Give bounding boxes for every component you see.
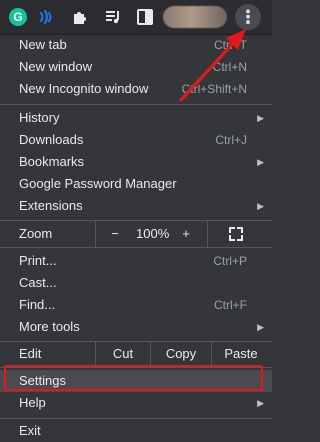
zoom-row: Zoom − 100% +	[0, 221, 272, 247]
menu-item-cast[interactable]: Cast...	[0, 272, 272, 294]
submenu-arrow-icon: ▶	[257, 398, 264, 408]
menu-separator	[0, 418, 272, 419]
menu-item-label: Help	[19, 395, 46, 410]
edit-label: Edit	[19, 346, 42, 361]
menu-item-label: New tab	[19, 37, 67, 52]
menu-item-password-manager[interactable]: Google Password Manager	[0, 173, 272, 195]
side-panel-icon[interactable]	[135, 7, 155, 27]
menu-item-label: More tools	[19, 319, 80, 334]
zoom-level: 100%	[136, 226, 170, 241]
zoom-label: Zoom	[19, 226, 53, 241]
submenu-arrow-icon: ▶	[257, 157, 264, 167]
menu-item-history[interactable]: History ▶	[0, 107, 272, 129]
menu-item-exit[interactable]: Exit	[0, 420, 272, 442]
menu-item-label: Downloads	[19, 132, 84, 147]
cut-button[interactable]: Cut	[96, 341, 150, 367]
zoom-divider	[95, 221, 96, 247]
menu-item-new-window[interactable]: New window Ctrl+N	[0, 56, 272, 78]
menu-item-new-incognito-window[interactable]: New Incognito window Ctrl+Shift+N	[0, 78, 272, 100]
menu-item-extensions[interactable]: Extensions ▶	[0, 195, 272, 217]
menu-separator	[0, 104, 272, 105]
grammarly-icon[interactable]: G	[9, 8, 27, 26]
playlist-icon[interactable]	[103, 7, 123, 27]
menu-item-bookmarks[interactable]: Bookmarks ▶	[0, 151, 272, 173]
paste-button[interactable]: Paste	[212, 341, 270, 367]
menu-item-label: Find...	[19, 297, 56, 312]
wave-extension-icon[interactable]	[36, 7, 56, 27]
puzzle-icon[interactable]	[70, 7, 90, 27]
menu-separator	[0, 247, 272, 248]
menu-item-label: Exit	[19, 423, 41, 438]
menu-item-shortcut: Ctrl+F	[214, 298, 247, 312]
menu-item-label: Cast...	[19, 275, 57, 290]
browser-toolbar: G ⋮	[0, 0, 272, 35]
menu-item-more-tools[interactable]: More tools ▶	[0, 316, 272, 338]
menu-item-help[interactable]: Help ▶	[0, 392, 272, 414]
menu-item-label: History	[19, 110, 60, 125]
menu-item-find[interactable]: Find... Ctrl+F	[0, 294, 272, 316]
menu-item-label: New Incognito window	[19, 81, 149, 96]
menu-item-label: Extensions	[19, 198, 83, 213]
zoom-in-button[interactable]: +	[180, 221, 192, 247]
edit-row: Edit Cut Copy Paste	[0, 341, 272, 367]
menu-item-label: Google Password Manager	[19, 176, 177, 191]
submenu-arrow-icon: ▶	[257, 322, 264, 332]
menu-item-shortcut: Ctrl+Shift+N	[181, 82, 247, 96]
fullscreen-icon[interactable]	[229, 227, 243, 241]
menu-item-shortcut: Ctrl+N	[212, 60, 247, 74]
menu-item-print[interactable]: Print... Ctrl+P	[0, 250, 272, 272]
menu-item-label: New window	[19, 59, 92, 74]
zoom-divider	[207, 221, 208, 247]
menu-item-new-tab[interactable]: New tab Ctrl+T	[0, 34, 272, 56]
menu-item-label: Print...	[19, 253, 57, 268]
copy-button[interactable]: Copy	[151, 341, 211, 367]
submenu-arrow-icon: ▶	[257, 113, 264, 123]
submenu-arrow-icon: ▶	[257, 201, 264, 211]
more-vert-icon[interactable]: ⋮	[235, 4, 261, 30]
zoom-out-button[interactable]: −	[109, 221, 121, 247]
settings-highlight-box	[4, 365, 263, 391]
menu-item-downloads[interactable]: Downloads Ctrl+J	[0, 129, 272, 151]
menu-item-shortcut: Ctrl+J	[215, 133, 247, 147]
profile-avatar[interactable]	[163, 6, 227, 28]
menu-item-shortcut: Ctrl+T	[214, 38, 247, 52]
menu-item-label: Bookmarks	[19, 154, 85, 169]
menu-item-shortcut: Ctrl+P	[213, 254, 247, 268]
